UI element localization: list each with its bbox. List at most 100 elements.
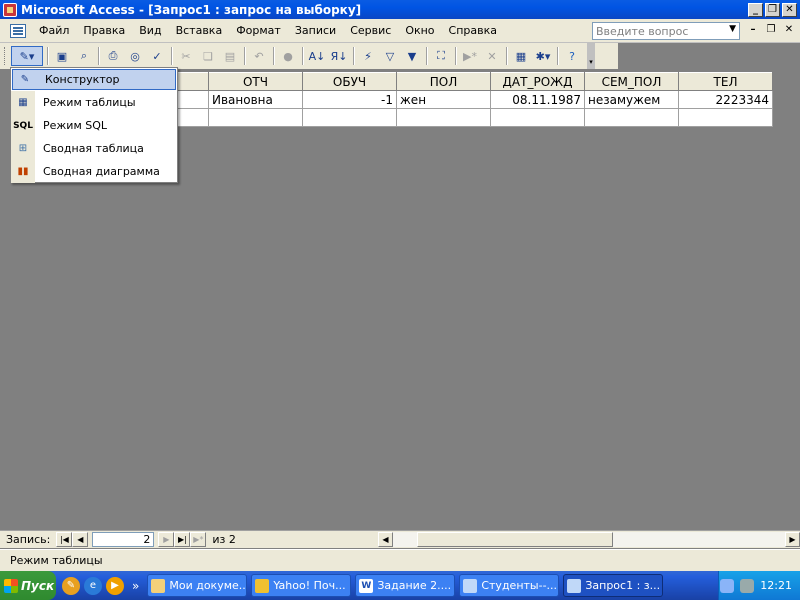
volume-icon[interactable] xyxy=(740,578,755,593)
toolbar-grip[interactable] xyxy=(4,47,7,65)
table-cell[interactable]: жен xyxy=(396,90,491,109)
horizontal-scrollbar[interactable]: ◀ ▶ xyxy=(378,532,800,547)
task-label: Yahoo! Поч... xyxy=(273,579,346,592)
menu-item-label: Сводная диаграмма xyxy=(43,165,160,178)
start-button[interactable]: Пуск xyxy=(0,571,56,600)
table-cell[interactable] xyxy=(208,108,303,127)
record-count: из 2 xyxy=(212,533,236,546)
undo-icon[interactable]: ↶ xyxy=(249,46,269,66)
sort-descending-icon[interactable]: Я↓ xyxy=(329,46,349,66)
new-object-icon[interactable]: ✱▾ xyxy=(533,46,553,66)
find-icon[interactable]: ⛶ xyxy=(431,46,451,66)
table-cell[interactable]: 08.11.1987 xyxy=(490,90,585,109)
menu-bar: Файл Правка Вид Вставка Формат Записи Се… xyxy=(0,19,800,43)
save-icon[interactable]: ▣ xyxy=(52,46,72,66)
column-header-pol[interactable]: ПОЛ xyxy=(396,72,491,91)
new-record-icon[interactable]: ▶* xyxy=(460,46,480,66)
menu-help[interactable]: Справка xyxy=(442,24,504,37)
database-window-icon[interactable]: ▦ xyxy=(511,46,531,66)
first-record-icon[interactable]: |◀ xyxy=(56,532,73,547)
hyperlink-icon[interactable]: ● xyxy=(278,46,298,66)
menu-edit[interactable]: Правка xyxy=(76,24,132,37)
paste-icon[interactable]: ▤ xyxy=(220,46,240,66)
table-cell[interactable]: -1 xyxy=(302,90,397,109)
menu-item-datasheet-view[interactable]: ▦ Режим таблицы xyxy=(11,91,177,114)
spelling-icon[interactable]: ✓ xyxy=(147,46,167,66)
next-record-icon[interactable]: ▶ xyxy=(158,532,175,547)
copy-icon[interactable]: ❏ xyxy=(198,46,218,66)
view-icon[interactable]: ✎▾ xyxy=(11,46,43,66)
table-cell[interactable]: незамужем xyxy=(584,90,679,109)
record-number-field[interactable]: 2 xyxy=(92,532,155,547)
filter-by-selection-icon[interactable]: ⚡ xyxy=(358,46,378,66)
mdi-restore-button[interactable]: ❐ xyxy=(764,24,778,38)
table-cell[interactable] xyxy=(490,108,585,127)
start-label: Пуск xyxy=(21,578,55,593)
ask-question-box[interactable]: Введите вопрос ▼ xyxy=(592,21,740,40)
table-cell[interactable] xyxy=(302,108,397,127)
clock[interactable]: 12:21 xyxy=(760,579,792,592)
scroll-thumb[interactable] xyxy=(417,532,613,547)
menu-window[interactable]: Окно xyxy=(398,24,441,37)
menu-item-pivottable-view[interactable]: ⊞ Сводная таблица xyxy=(11,137,177,160)
filter-by-form-icon[interactable]: ▽ xyxy=(380,46,400,66)
folder-icon xyxy=(151,578,166,593)
menu-tools[interactable]: Сервис xyxy=(343,24,398,37)
mdi-close-button[interactable]: ✕ xyxy=(782,24,796,38)
menu-insert[interactable]: Вставка xyxy=(169,24,230,37)
taskbar-button-students[interactable]: Студенты--... xyxy=(459,574,560,597)
table-cell[interactable]: Ивановна xyxy=(208,90,303,109)
print-icon[interactable]: ⎙ xyxy=(103,46,123,66)
menu-view[interactable]: Вид xyxy=(132,24,168,37)
menu-format[interactable]: Формат xyxy=(229,24,288,37)
new-record-nav-icon[interactable]: ▶* xyxy=(190,532,207,547)
toolbar-options-icon[interactable]: ▾ xyxy=(587,43,595,69)
search-icon[interactable]: ⌕ xyxy=(74,46,94,66)
column-header-sem-pol[interactable]: СЕМ_ПОЛ xyxy=(584,72,679,91)
menu-records[interactable]: Записи xyxy=(288,24,343,37)
menu-item-sql-view[interactable]: SQL Режим SQL xyxy=(11,114,177,137)
record-navigation-bar: Запись: |◀ ◀ 2 ▶ ▶| ▶* из 2 ◀ ▶ xyxy=(0,530,800,548)
network-icon[interactable] xyxy=(720,578,735,593)
close-button[interactable]: ✕ xyxy=(782,2,797,17)
minimize-button[interactable]: _ xyxy=(748,2,763,17)
last-record-icon[interactable]: ▶| xyxy=(174,532,191,547)
previous-record-icon[interactable]: ◀ xyxy=(72,532,89,547)
scroll-right-icon[interactable]: ▶ xyxy=(785,532,800,547)
status-text: Режим таблицы xyxy=(10,554,103,567)
restore-button[interactable]: ❐ xyxy=(765,2,780,17)
taskbar-button-word-doc[interactable]: W Задание 2.... xyxy=(355,574,456,597)
access-app-icon[interactable] xyxy=(3,2,17,17)
apply-filter-icon[interactable]: ▼ xyxy=(402,46,422,66)
table-cell[interactable]: 2223344 xyxy=(678,90,773,109)
menu-file[interactable]: Файл xyxy=(32,24,76,37)
column-header-obuch[interactable]: ОБУЧ xyxy=(302,72,397,91)
table-cell[interactable] xyxy=(584,108,679,127)
internet-explorer-icon[interactable]: e xyxy=(84,576,102,595)
scroll-left-icon[interactable]: ◀ xyxy=(378,532,393,547)
menu-item-pivotchart-view[interactable]: ▮▮ Сводная диаграмма xyxy=(11,160,177,183)
column-header-tel[interactable]: ТЕЛ xyxy=(678,72,773,91)
taskbar-button-query1[interactable]: Запрос1 : з... xyxy=(563,574,664,597)
table-cell[interactable] xyxy=(396,108,491,127)
document-control-icon[interactable] xyxy=(10,23,26,38)
help-icon[interactable]: ? xyxy=(562,46,582,66)
mdi-minimize-button[interactable]: – xyxy=(746,24,760,38)
taskbar-button-yahoo[interactable]: Yahoo! Поч... xyxy=(251,574,352,597)
scroll-track[interactable] xyxy=(393,532,785,547)
delete-record-icon[interactable]: ✕ xyxy=(482,46,502,66)
sql-view-icon: SQL xyxy=(11,114,35,137)
menu-item-design-view[interactable]: ✎ Конструктор xyxy=(12,69,176,90)
sort-ascending-icon[interactable]: A↓ xyxy=(307,46,327,66)
print-preview-icon[interactable]: ◎ xyxy=(125,46,145,66)
quick-launch-app-icon[interactable]: ✎ xyxy=(62,576,80,595)
chevron-down-icon[interactable]: ▼ xyxy=(729,24,736,34)
column-header-otch[interactable]: ОТЧ xyxy=(208,72,303,91)
table-cell[interactable] xyxy=(678,108,773,127)
media-player-icon[interactable]: ▶ xyxy=(106,576,124,595)
column-header-dat-rozhd[interactable]: ДАТ_РОЖД xyxy=(490,72,585,91)
taskbar-button-my-documents[interactable]: Мои докуме... xyxy=(147,574,248,597)
quick-launch-more-icon[interactable]: » xyxy=(132,579,139,593)
cut-icon[interactable]: ✂ xyxy=(176,46,196,66)
pivottable-icon: ⊞ xyxy=(11,137,35,160)
